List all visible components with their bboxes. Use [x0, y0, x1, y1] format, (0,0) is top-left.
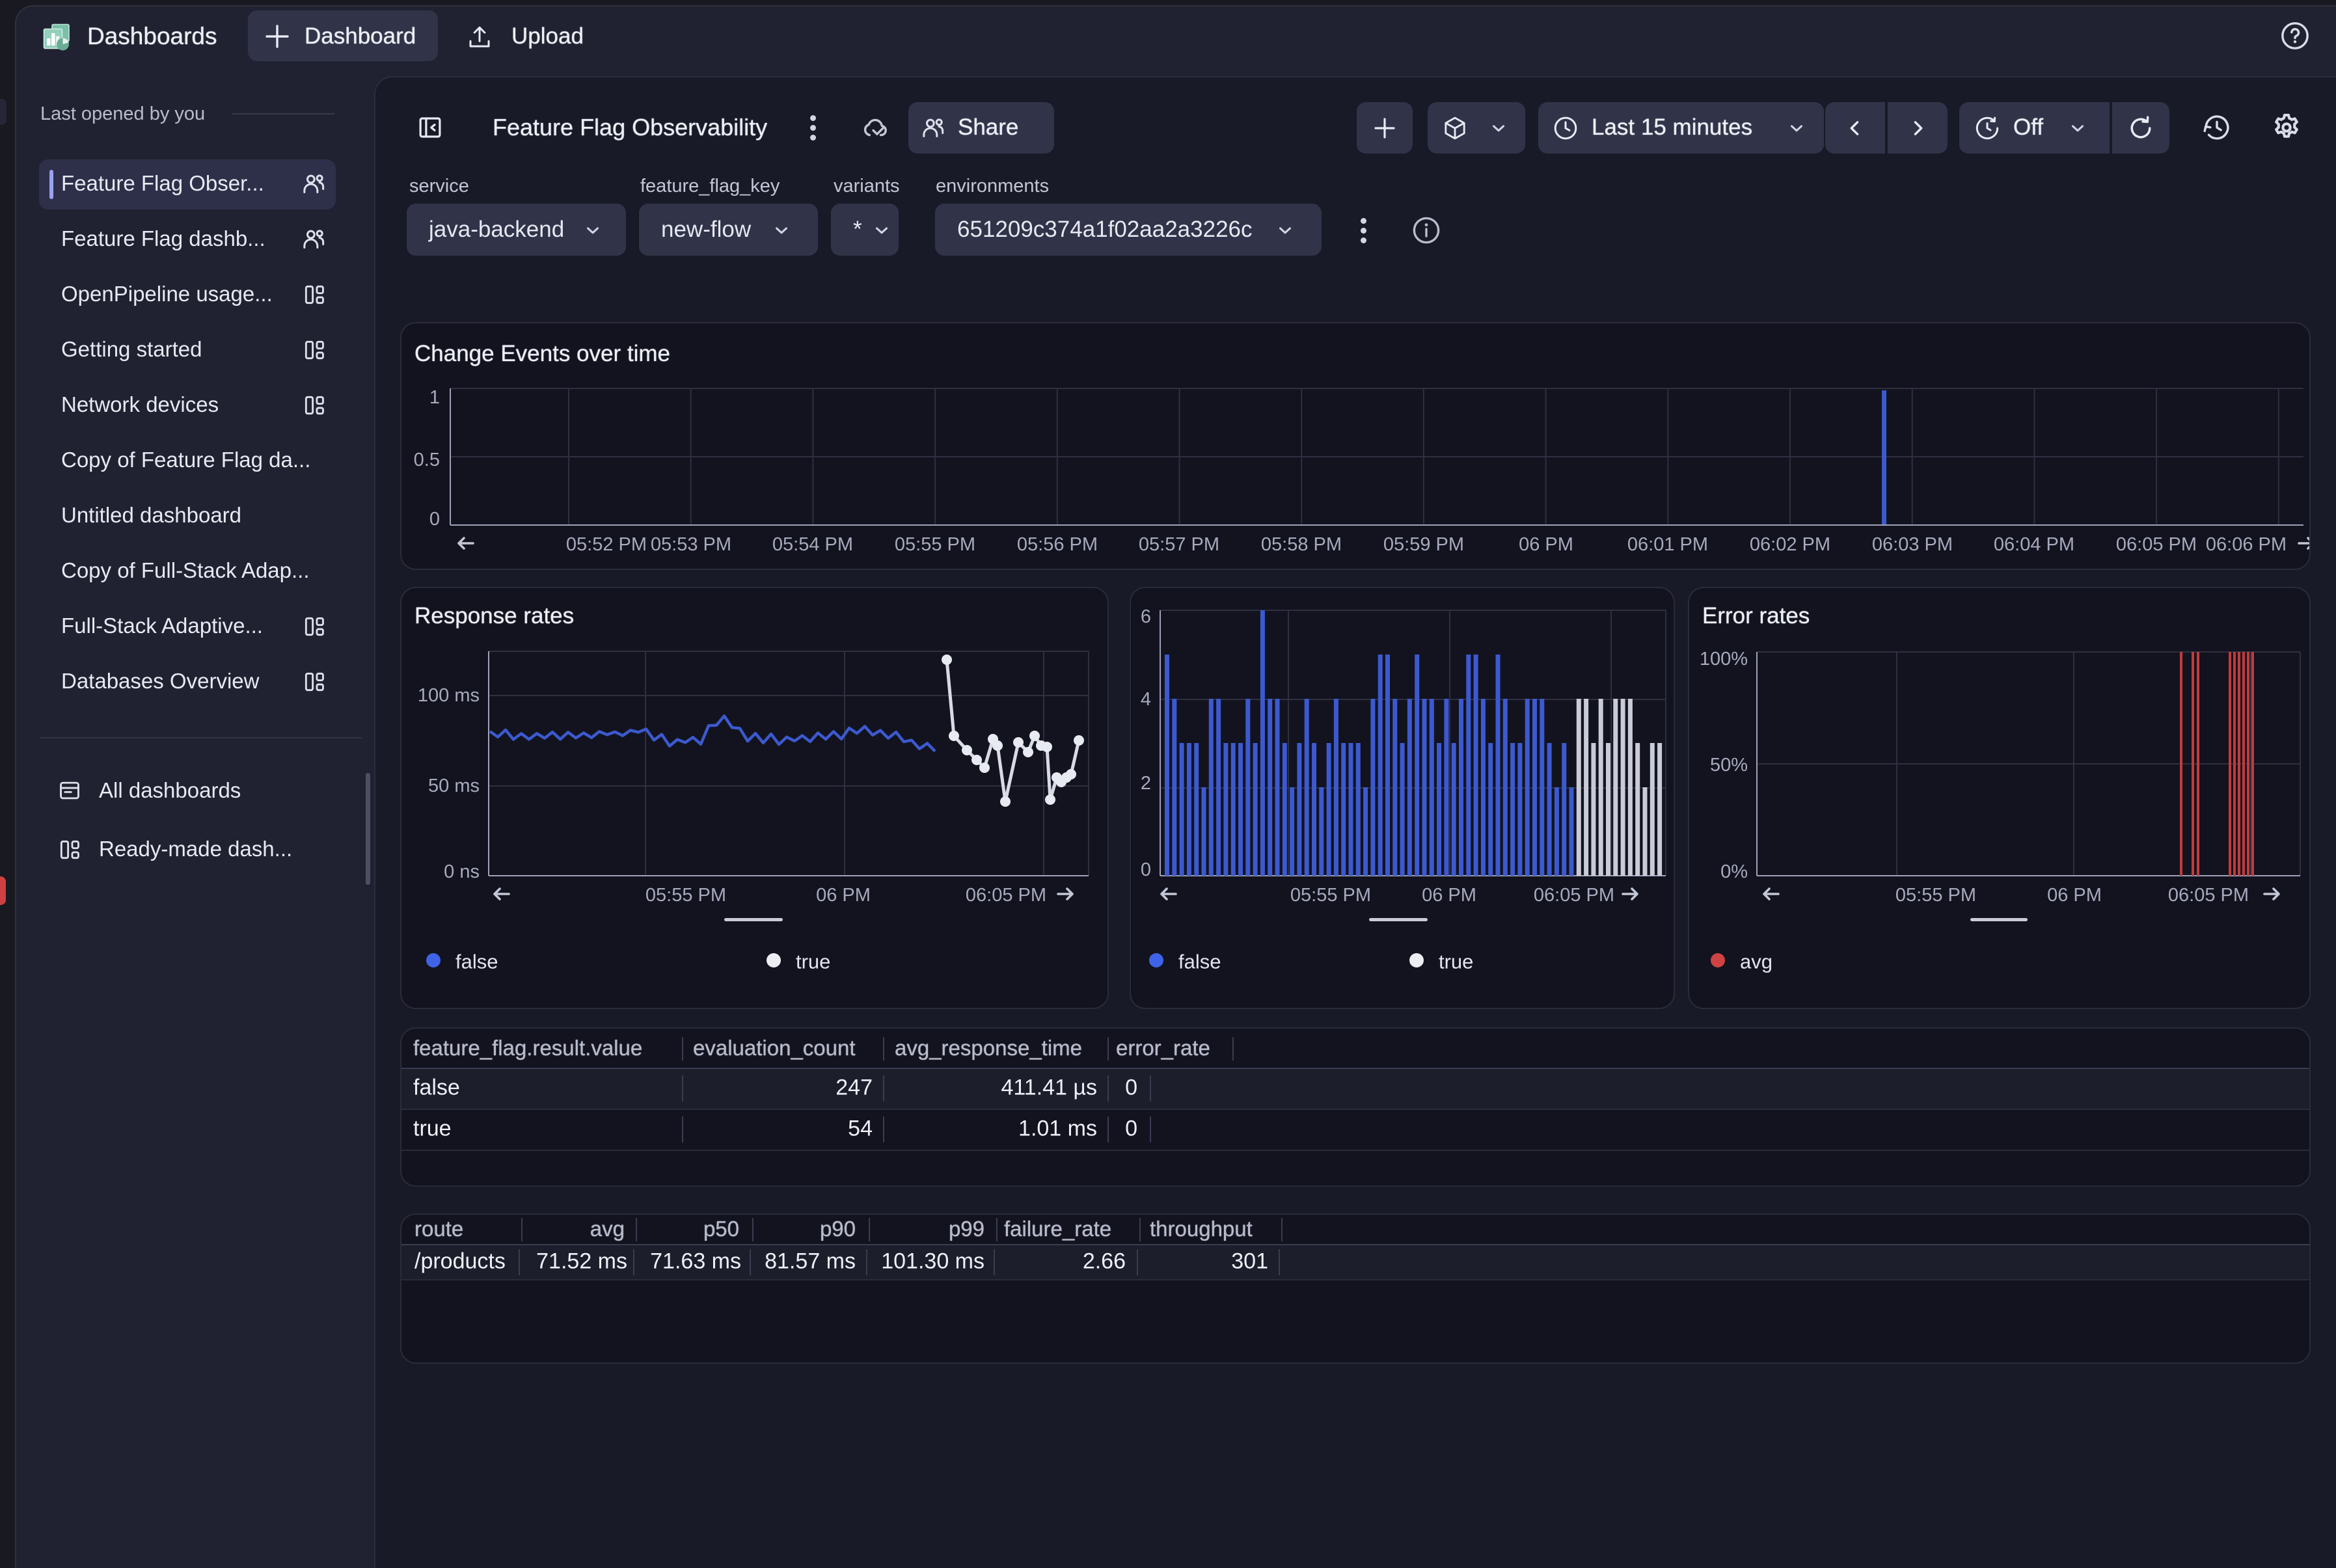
svg-text:05:59 PM: 05:59 PM — [1383, 534, 1464, 555]
svg-text:true: true — [796, 951, 830, 973]
svg-text:06:05 PM: 06:05 PM — [2168, 885, 2249, 906]
svg-text:06 PM: 06 PM — [1519, 534, 1573, 555]
svg-text:05:55 PM: 05:55 PM — [1290, 885, 1371, 906]
svg-text:4: 4 — [1141, 689, 1151, 710]
svg-text:06 PM: 06 PM — [1422, 885, 1476, 906]
svg-text:0: 0 — [1141, 859, 1151, 880]
svg-text:05:52 PM: 05:52 PM — [566, 534, 647, 555]
svg-text:05:57 PM: 05:57 PM — [1139, 534, 1219, 555]
svg-text:06:05 PM: 06:05 PM — [966, 885, 1046, 906]
svg-text:false: false — [455, 951, 498, 973]
svg-text:06:03 PM: 06:03 PM — [1872, 534, 1953, 555]
svg-text:05:55 PM: 05:55 PM — [1895, 885, 1976, 906]
svg-text:0 ns: 0 ns — [444, 861, 480, 882]
svg-text:06:05 PM: 06:05 PM — [2116, 534, 2197, 555]
svg-text:true: true — [1439, 951, 1473, 973]
svg-text:2: 2 — [1141, 773, 1151, 794]
svg-text:06 PM: 06 PM — [816, 885, 871, 906]
svg-text:0: 0 — [429, 509, 440, 530]
svg-text:05:58 PM: 05:58 PM — [1261, 534, 1342, 555]
svg-text:05:55 PM: 05:55 PM — [895, 534, 975, 555]
svg-text:06:05 PM: 06:05 PM — [1534, 885, 1614, 906]
svg-text:05:53 PM: 05:53 PM — [651, 534, 731, 555]
svg-text:06:01 PM: 06:01 PM — [1627, 534, 1708, 555]
svg-text:06 PM: 06 PM — [2047, 885, 2102, 906]
svg-text:05:55 PM: 05:55 PM — [645, 885, 726, 906]
svg-text:6: 6 — [1141, 606, 1151, 627]
svg-text:100%: 100% — [1700, 649, 1748, 669]
svg-text:05:54 PM: 05:54 PM — [772, 534, 853, 555]
svg-text:50%: 50% — [1710, 755, 1748, 776]
svg-text:05:56 PM: 05:56 PM — [1017, 534, 1098, 555]
svg-text:06:04 PM: 06:04 PM — [1994, 534, 2074, 555]
svg-text:50 ms: 50 ms — [428, 776, 480, 796]
svg-text:1: 1 — [429, 387, 440, 408]
svg-text:06:06 PM: 06:06 PM — [2206, 534, 2287, 555]
svg-text:06:02 PM: 06:02 PM — [1750, 534, 1830, 555]
svg-text:100 ms: 100 ms — [418, 685, 480, 706]
svg-text:0.5: 0.5 — [414, 450, 440, 470]
svg-text:0%: 0% — [1720, 861, 1748, 882]
svg-text:false: false — [1178, 951, 1221, 973]
svg-text:avg: avg — [1740, 951, 1772, 973]
